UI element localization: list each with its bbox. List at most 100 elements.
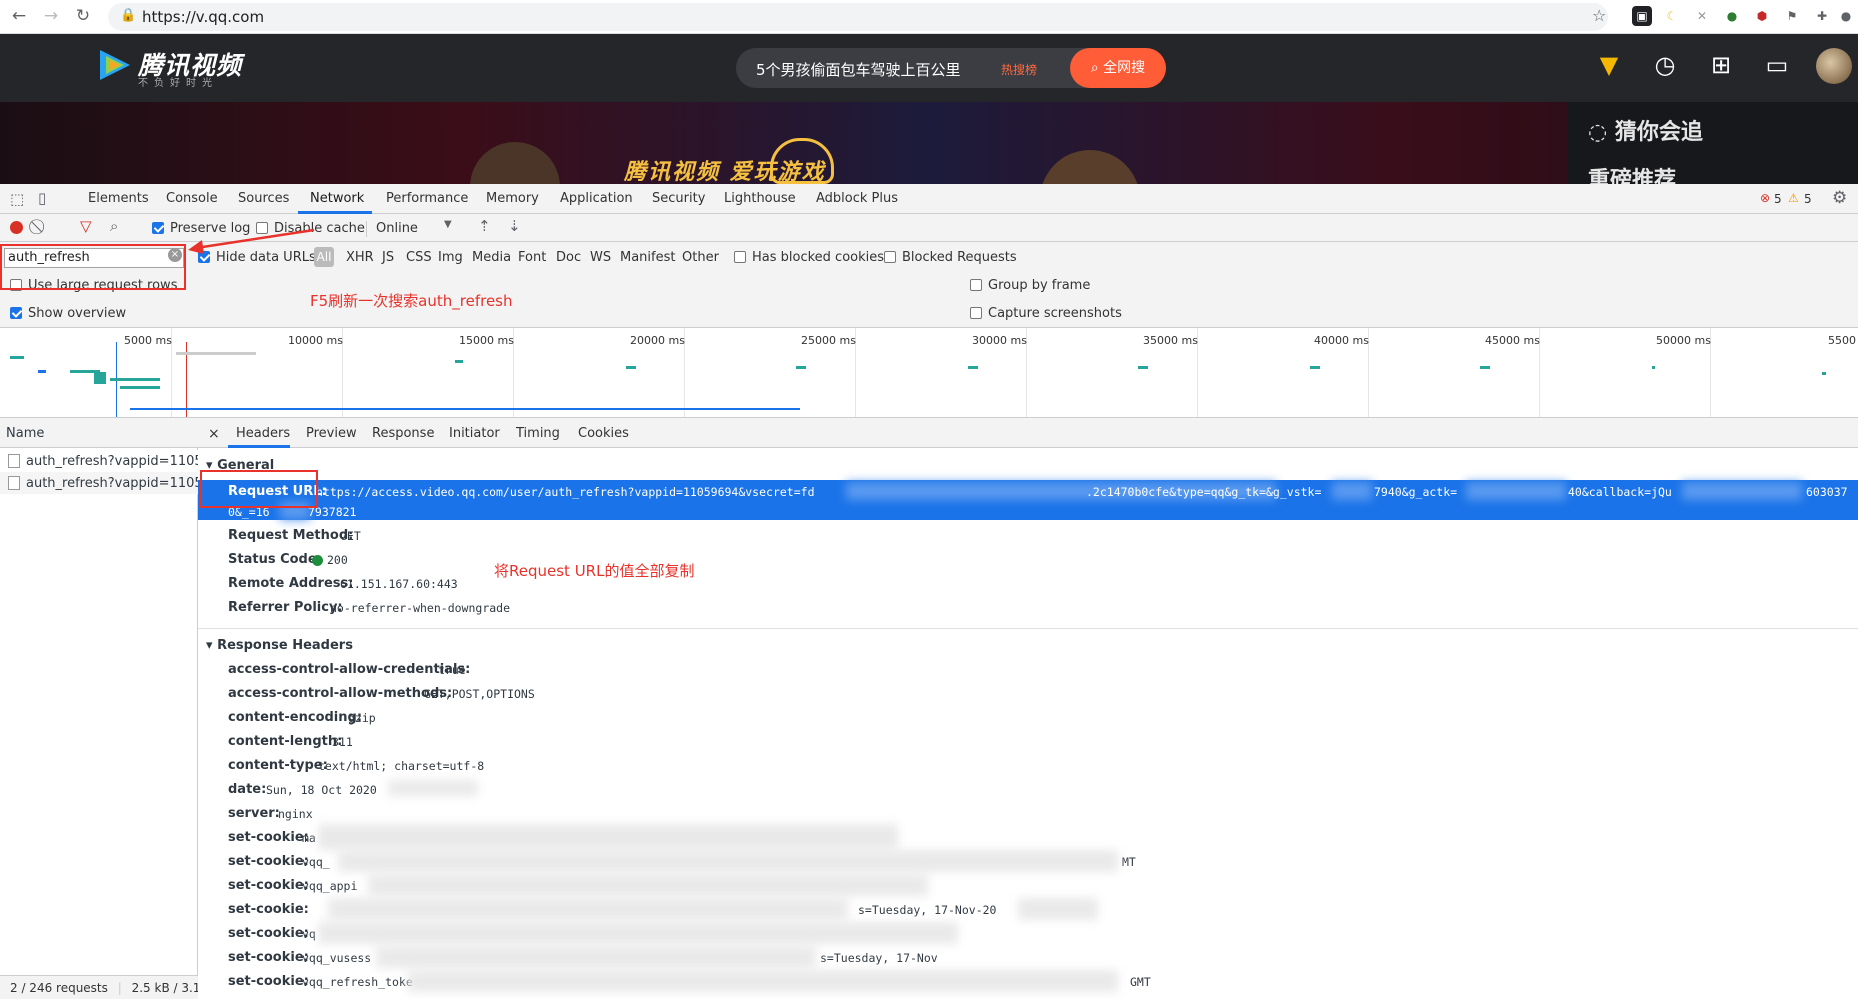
capture-screenshots-checkbox[interactable] <box>970 307 982 319</box>
promo-banner[interactable]: 腾讯视频 爱玩游戏 ◌ 猜你会追 重磅推荐 <box>0 102 1858 184</box>
redacted-region <box>318 824 898 850</box>
tab-elements[interactable]: Elements <box>88 191 149 206</box>
filter-font[interactable]: Font <box>518 250 546 265</box>
response-header-key: set-cookie: <box>228 926 309 941</box>
tab-network[interactable]: Network <box>310 191 364 206</box>
close-icon[interactable]: × <box>208 426 220 442</box>
search-icon: ⌕ <box>1090 60 1104 76</box>
filter-media[interactable]: Media <box>472 250 511 265</box>
timeline-bar <box>796 366 806 369</box>
tab-security[interactable]: Security <box>652 191 705 206</box>
response-header-value: true <box>438 663 466 677</box>
filter-icon[interactable]: ▽ <box>80 217 92 235</box>
site-search-button[interactable]: ⌕ 全网搜 <box>1070 48 1166 88</box>
tab-sources[interactable]: Sources <box>238 191 289 206</box>
response-headers-section-header[interactable]: ▾ Response Headers <box>206 638 353 653</box>
upload-icon[interactable]: ⊞ <box>1706 50 1736 80</box>
network-overview-timeline[interactable]: 5000 ms 10000 ms 15000 ms 20000 ms 25000… <box>0 328 1858 418</box>
adblock-extension-icon[interactable]: ⬢ <box>1752 6 1772 26</box>
address-bar[interactable]: 🔒 https://v.qq.com ☆ <box>108 3 1608 31</box>
show-overview-checkbox[interactable] <box>10 307 22 319</box>
timeline-tick-label: 25000 ms <box>801 334 856 347</box>
file-icon <box>8 454 20 468</box>
preserve-log-checkbox[interactable] <box>152 222 164 234</box>
filter-other[interactable]: Other <box>682 250 719 265</box>
request-url-value[interactable]: https://access.video.qq.com/user/auth_re… <box>316 485 815 499</box>
search-icon[interactable]: ⌕ <box>110 217 118 235</box>
site-search-box[interactable]: 5个男孩偷面包车驾驶上百公里 热搜榜 ⌕ 全网搜 <box>736 48 1166 88</box>
site-header: 腾讯视频 不负好时光 5个男孩偷面包车驾驶上百公里 热搜榜 ⌕ 全网搜 ▼ ◷ … <box>0 34 1858 102</box>
tab-preview[interactable]: Preview <box>306 426 357 441</box>
request-row[interactable]: auth_refresh?vappid=1105... <box>0 472 198 494</box>
inspect-element-icon[interactable]: ⬚ <box>10 190 24 208</box>
response-header-key: date: <box>228 782 267 797</box>
moon-extension-icon[interactable]: ☾ <box>1662 6 1682 26</box>
site-search-input[interactable]: 5个男孩偷面包车驾驶上百公里 <box>756 59 961 80</box>
tab-headers[interactable]: Headers <box>236 426 290 441</box>
chevron-down-icon[interactable]: ▼ <box>444 219 452 230</box>
tab-application[interactable]: Application <box>560 191 633 206</box>
bookmark-star-icon[interactable]: ☆ <box>1592 6 1606 25</box>
error-icon[interactable]: ⊗ <box>1760 191 1770 205</box>
timeline-bar <box>38 370 46 373</box>
profile-icon[interactable]: ● <box>1836 6 1856 26</box>
tab-lighthouse[interactable]: Lighthouse <box>724 191 796 206</box>
export-har-icon[interactable]: ⇣ <box>508 217 521 235</box>
tab-memory[interactable]: Memory <box>486 191 539 206</box>
history-icon[interactable]: ◷ <box>1650 50 1680 80</box>
throttle-select[interactable]: Online <box>376 221 418 236</box>
request-row[interactable]: auth_refresh?vappid=1105... <box>0 450 198 472</box>
avatar[interactable] <box>1816 48 1852 84</box>
tab-performance[interactable]: Performance <box>386 191 468 206</box>
recommend-panel: ◌ 猜你会追 重磅推荐 <box>1568 102 1858 184</box>
flag-icon[interactable]: ⚑ <box>1782 6 1802 26</box>
tab-cookies[interactable]: Cookies <box>578 426 629 441</box>
filter-ws[interactable]: WS <box>590 250 611 265</box>
client-icon[interactable]: ▭ <box>1762 50 1792 80</box>
tab-console[interactable]: Console <box>166 191 218 206</box>
hot-rank-link[interactable]: 热搜榜 <box>1001 61 1037 78</box>
guess-you-follow-label[interactable]: ◌ 猜你会追 <box>1588 114 1703 146</box>
import-har-icon[interactable]: ⇡ <box>478 217 491 235</box>
tencent-video-logo-icon[interactable] <box>96 48 132 82</box>
warning-icon[interactable]: ⚠ <box>1788 191 1799 205</box>
filter-manifest[interactable]: Manifest <box>620 250 675 265</box>
group-by-frame-checkbox[interactable] <box>970 279 982 291</box>
timeline-bar <box>1310 366 1320 369</box>
tab-timing[interactable]: Timing <box>516 426 560 441</box>
timeline-bar <box>968 366 978 369</box>
tab-adblock-plus[interactable]: Adblock Plus <box>816 191 898 206</box>
puzzle-icon[interactable]: ✚ <box>1812 6 1832 26</box>
filter-css[interactable]: CSS <box>406 250 432 265</box>
has-blocked-cookies-checkbox[interactable] <box>734 251 746 263</box>
back-icon[interactable]: ← <box>8 5 30 27</box>
redacted-region <box>368 874 928 896</box>
forward-icon[interactable]: → <box>40 5 62 27</box>
reload-icon[interactable]: ↻ <box>72 5 94 27</box>
filter-doc[interactable]: Doc <box>556 250 581 265</box>
filter-img[interactable]: Img <box>438 250 463 265</box>
filter-js[interactable]: JS <box>382 250 394 265</box>
record-icon[interactable] <box>10 221 23 234</box>
extension-icon[interactable]: ✕ <box>1692 6 1712 26</box>
tab-response[interactable]: Response <box>372 426 434 441</box>
response-header-value: vqq_refresh_toke <box>302 975 413 989</box>
blocked-requests-checkbox[interactable] <box>884 251 896 263</box>
banner-logos: 腾讯视频 爱玩游戏 <box>624 160 826 184</box>
gear-icon[interactable]: ⚙ <box>1832 188 1847 208</box>
timeline-bar <box>1822 372 1826 375</box>
timeline-bar <box>10 356 24 359</box>
filter-all-button[interactable]: All <box>314 247 334 267</box>
filter-xhr[interactable]: XHR <box>346 250 374 265</box>
hot-recommend-label[interactable]: 重磅推荐 <box>1588 162 1676 184</box>
vip-icon[interactable]: ▼ <box>1594 50 1624 80</box>
name-column-header[interactable]: Name <box>0 418 198 448</box>
device-toolbar-icon[interactable]: ▯ <box>38 189 46 207</box>
extension-icon[interactable]: ● <box>1722 6 1742 26</box>
redacted-region <box>376 946 816 968</box>
extension-icon[interactable]: ▣ <box>1632 6 1652 26</box>
response-header-value: text/html; charset=utf-8 <box>318 759 485 773</box>
file-icon <box>8 476 20 490</box>
redacted-region <box>328 898 848 920</box>
tab-initiator[interactable]: Initiator <box>449 426 500 441</box>
